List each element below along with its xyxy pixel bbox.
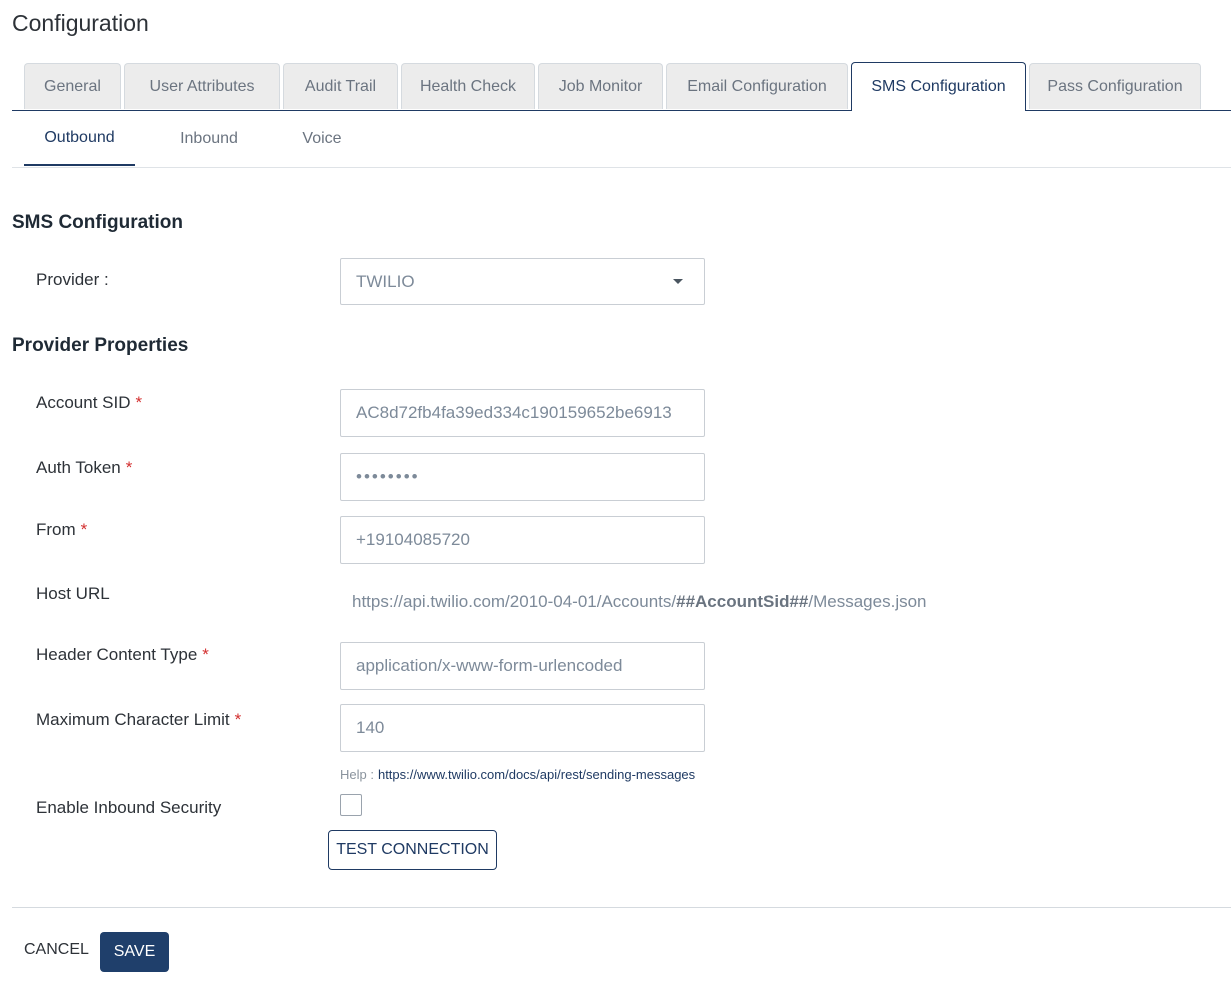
auth-token-label: Auth Token *: [36, 458, 132, 478]
sub-tabs: Outbound Inbound Voice: [24, 112, 361, 166]
tab-health-check[interactable]: Health Check: [401, 63, 535, 109]
tab-job-monitor[interactable]: Job Monitor: [538, 63, 663, 109]
page-title: Configuration: [12, 10, 149, 36]
header-content-type-label-text: Header Content Type: [36, 645, 198, 664]
tab-general[interactable]: General: [24, 63, 121, 109]
provider-value: TWILIO: [356, 271, 415, 291]
required-marker: *: [80, 520, 88, 539]
max-char-limit-label-text: Maximum Character Limit: [36, 710, 230, 729]
enable-inbound-security-label: Enable Inbound Security: [36, 798, 222, 817]
provider-label: Provider :: [36, 270, 109, 289]
host-url-token: ##AccountSid##: [676, 592, 809, 611]
save-button[interactable]: SAVE: [100, 932, 169, 972]
host-url-value: https://api.twilio.com/2010-04-01/Accoun…: [352, 592, 927, 612]
required-marker: *: [234, 710, 242, 729]
footer-divider: [12, 907, 1231, 908]
tab-email-configuration[interactable]: Email Configuration: [666, 63, 848, 109]
subtabs-divider: [12, 167, 1231, 168]
required-marker: *: [125, 458, 133, 477]
help-link[interactable]: https://www.twilio.com/docs/api/rest/sen…: [378, 767, 695, 782]
from-label: From *: [36, 520, 87, 540]
tabs-divider: [12, 110, 1231, 111]
required-marker: *: [135, 393, 143, 412]
from-input[interactable]: [340, 516, 705, 564]
subtab-voice[interactable]: Voice: [283, 112, 361, 166]
max-char-limit-label: Maximum Character Limit *: [36, 710, 241, 730]
host-url-label: Host URL: [36, 584, 110, 603]
tab-sms-configuration[interactable]: SMS Configuration: [851, 62, 1026, 111]
required-marker: *: [202, 645, 209, 664]
test-connection-button[interactable]: TEST CONNECTION: [328, 830, 497, 870]
help-label: Help :: [340, 767, 374, 782]
help-text: Help : https://www.twilio.com/docs/api/re…: [340, 767, 695, 782]
tab-audit-trail[interactable]: Audit Trail: [283, 63, 398, 109]
main-tabs: General User Attributes Audit Trail Heal…: [24, 62, 1204, 111]
from-label-text: From: [36, 520, 76, 539]
tab-user-attributes[interactable]: User Attributes: [124, 63, 280, 109]
caret-down-icon: [673, 279, 683, 284]
account-sid-label-text: Account SID: [36, 393, 131, 412]
tab-pass-configuration[interactable]: Pass Configuration: [1029, 63, 1201, 109]
provider-select[interactable]: TWILIO: [340, 258, 705, 305]
account-sid-input[interactable]: [340, 389, 705, 437]
host-url-prefix: https://api.twilio.com/2010-04-01/Accoun…: [352, 592, 677, 611]
subtab-inbound[interactable]: Inbound: [135, 112, 283, 166]
enable-inbound-security-checkbox[interactable]: [340, 794, 362, 816]
auth-token-input[interactable]: [340, 453, 705, 501]
provider-properties-heading: Provider Properties: [12, 335, 189, 356]
header-content-type-label: Header Content Type *: [36, 645, 209, 665]
sms-configuration-heading: SMS Configuration: [12, 212, 183, 233]
host-url-suffix: /Messages.json: [808, 592, 927, 611]
subtab-outbound[interactable]: Outbound: [24, 112, 135, 166]
max-char-limit-input[interactable]: [340, 704, 705, 752]
header-content-type-input[interactable]: [340, 642, 705, 690]
account-sid-label: Account SID *: [36, 393, 142, 413]
cancel-button[interactable]: CANCEL: [24, 941, 89, 959]
auth-token-label-text: Auth Token: [36, 458, 121, 477]
